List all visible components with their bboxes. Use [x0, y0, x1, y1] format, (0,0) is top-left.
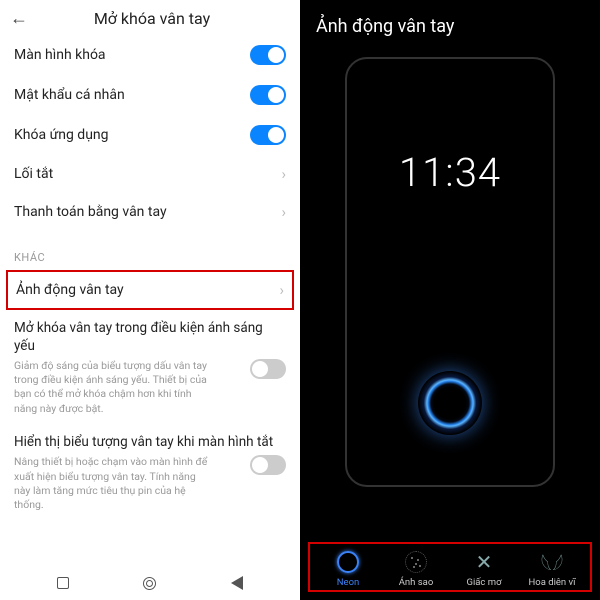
row-animation[interactable]: Ảnh động vân tay › [6, 270, 294, 310]
lowlight-title: Mở khóa vân tay trong điều kiện ánh sáng… [14, 320, 286, 355]
butterfly-icon: 𓆩𓆪 [538, 548, 566, 576]
style-star[interactable]: Ánh sao [386, 548, 446, 588]
android-navbar [0, 566, 300, 600]
neon-icon [334, 548, 362, 576]
style-strip: Neon Ánh sao ✕ Giấc mơ 𓆩𓆪 Hoa diên vĩ [308, 542, 592, 592]
row-applock[interactable]: Khóa ứng dụng [0, 115, 300, 155]
showicon-title: Hiển thị biểu tượng vân tay khi màn hình… [14, 434, 286, 452]
label-animation: Ảnh động vân tay [16, 282, 279, 298]
row-showicon[interactable]: Hiển thị biểu tượng vân tay khi màn hình… [0, 426, 300, 522]
chevron-icon: › [279, 281, 284, 299]
toggle-applock[interactable] [250, 125, 286, 145]
phone-preview: 11:34 [345, 57, 555, 487]
home-icon[interactable] [143, 577, 156, 590]
chevron-icon: › [281, 203, 286, 221]
style-butterfly[interactable]: 𓆩𓆪 Hoa diên vĩ [522, 548, 582, 588]
label-shortcut: Lối tắt [14, 166, 281, 182]
toggle-password[interactable] [250, 85, 286, 105]
toggle-lowlight[interactable] [250, 359, 286, 379]
row-password[interactable]: Mật khẩu cá nhân [0, 75, 300, 115]
animation-pane: Ảnh động vân tay 11:34 Neon Ánh sao ✕ Gi… [300, 0, 600, 600]
row-shortcut[interactable]: Lối tắt › [0, 155, 300, 193]
toggle-lockscreen[interactable] [250, 45, 286, 65]
style-label-butterfly: Hoa diên vĩ [529, 577, 576, 588]
style-neon[interactable]: Neon [318, 548, 378, 588]
clock: 11:34 [347, 149, 553, 196]
style-label-star: Ánh sao [399, 577, 434, 588]
row-lockscreen[interactable]: Màn hình khóa [0, 35, 300, 75]
label-payment: Thanh toán bằng vân tay [14, 204, 281, 220]
row-lowlight[interactable]: Mở khóa vân tay trong điều kiện ánh sáng… [0, 312, 300, 426]
chevron-icon: › [281, 165, 286, 183]
toggle-showicon[interactable] [250, 455, 286, 475]
back-nav-icon[interactable] [231, 576, 243, 590]
label-password: Mật khẩu cá nhân [14, 87, 250, 103]
settings-pane: ← Mở khóa vân tay Màn hình khóa Mật khẩu… [0, 0, 300, 600]
page-title: Mở khóa vân tay [14, 9, 290, 28]
style-dream[interactable]: ✕ Giấc mơ [454, 548, 514, 588]
recents-icon[interactable] [57, 577, 69, 589]
row-payment[interactable]: Thanh toán bằng vân tay › [0, 193, 300, 231]
header: ← Mở khóa vân tay [0, 0, 300, 35]
style-label-dream: Giấc mơ [466, 577, 501, 588]
page-title-right: Ảnh động vân tay [300, 0, 600, 49]
dream-icon: ✕ [470, 548, 498, 576]
lowlight-sub: Giảm độ sáng của biểu tượng dấu vân tay … [14, 359, 250, 416]
showicon-sub: Nâng thiết bị hoặc chạm vào màn hình để … [14, 455, 250, 512]
section-other: KHÁC [0, 231, 300, 268]
fingerprint-ring-icon [418, 371, 482, 435]
star-icon [402, 548, 430, 576]
label-applock: Khóa ứng dụng [14, 127, 250, 143]
style-label-neon: Neon [337, 577, 359, 588]
label-lockscreen: Màn hình khóa [14, 47, 250, 63]
